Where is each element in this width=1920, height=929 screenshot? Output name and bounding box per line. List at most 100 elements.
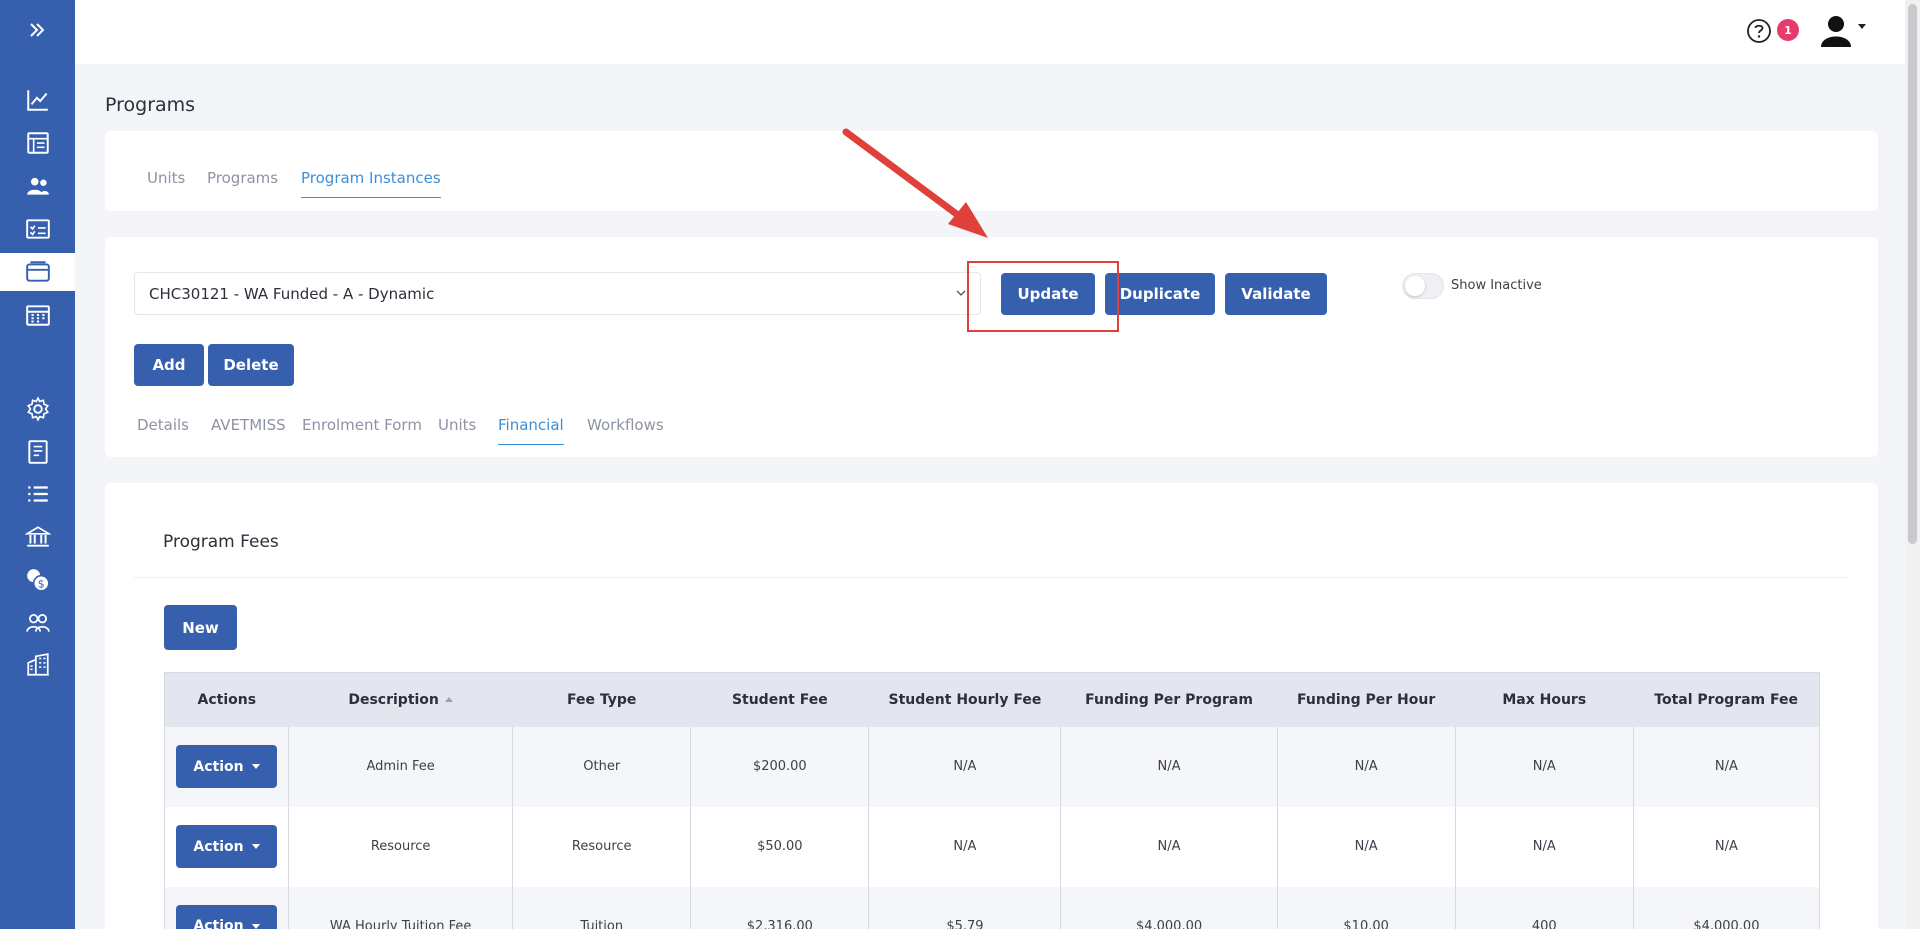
checklist-icon[interactable] — [0, 210, 75, 248]
chart-icon[interactable] — [0, 81, 75, 119]
bank-icon[interactable] — [0, 518, 75, 556]
cell-funding-per-hour: $10.00 — [1276, 886, 1456, 929]
cell-funding-per-program: $4,000.00 — [1060, 886, 1278, 929]
user-menu-caret-icon[interactable] — [1858, 24, 1866, 29]
notification-badge[interactable]: 1 — [1777, 19, 1799, 41]
cell-funding-per-program: N/A — [1060, 806, 1278, 887]
building-icon[interactable] — [0, 646, 75, 684]
cell-description: Resource — [288, 806, 513, 887]
cell-funding-per-hour: N/A — [1276, 806, 1456, 887]
cell-student-hourly-fee: N/A — [868, 726, 1061, 807]
table-row: Action Admin Fee Other $200.00 N/A N/A N… — [164, 726, 1820, 807]
calendar-icon[interactable] — [0, 296, 75, 334]
subtab-enrolment-form[interactable]: Enrolment Form — [302, 416, 422, 434]
caret-down-icon — [251, 923, 260, 929]
sort-asc-icon[interactable] — [444, 697, 453, 703]
col-max-hours: Max Hours — [1455, 672, 1634, 727]
col-student-fee: Student Fee — [690, 672, 869, 727]
program-fees-title: Program Fees — [163, 532, 279, 552]
table-header-row: Actions Description Fee Type Student Fee… — [164, 672, 1820, 727]
toggle-knob — [1405, 276, 1425, 296]
annotation-arrow — [842, 128, 988, 238]
list-icon[interactable] — [0, 124, 75, 162]
help-icon[interactable] — [1746, 18, 1772, 44]
cell-description: Admin Fee — [288, 726, 513, 807]
cell-total-program-fee: N/A — [1632, 726, 1820, 807]
col-actions: Actions — [164, 672, 289, 727]
cell-student-fee: $200.00 — [690, 726, 869, 807]
action-label: Action — [193, 758, 244, 775]
cell-max-hours: N/A — [1454, 726, 1634, 807]
fees-divider — [134, 577, 1849, 578]
cell-max-hours: 400 — [1454, 886, 1634, 929]
delete-button[interactable]: Delete — [208, 344, 294, 386]
row-action-button[interactable]: Action — [176, 825, 278, 868]
chevron-down-icon — [956, 290, 966, 296]
expand-sidebar-icon[interactable] — [22, 15, 52, 45]
cell-student-hourly-fee: $5.79 — [868, 886, 1061, 929]
svg-text:$: $ — [37, 578, 44, 591]
actions-cell: Action — [164, 886, 289, 929]
program-instance-select[interactable]: CHC30121 - WA Funded - A - Dynamic — [134, 272, 981, 315]
col-funding-per-program: Funding Per Program — [1060, 672, 1278, 727]
caret-down-icon — [251, 844, 260, 849]
validate-button[interactable]: Validate — [1225, 273, 1327, 315]
new-fee-button[interactable]: New — [164, 605, 237, 650]
actions-cell: Action — [164, 806, 289, 887]
gear-icon[interactable] — [0, 390, 75, 428]
col-student-hourly-fee: Student Hourly Fee — [868, 672, 1061, 727]
cell-description: WA Hourly Tuition Fee — [288, 886, 513, 929]
cell-fee-type: Resource — [512, 806, 691, 887]
show-inactive-label: Show Inactive — [1451, 278, 1542, 293]
col-description-label: Description — [348, 691, 439, 708]
tab-units[interactable]: Units — [147, 169, 185, 187]
cell-fee-type: Tuition — [512, 886, 691, 929]
subtab-avetmiss[interactable]: AVETMISS — [211, 416, 286, 434]
action-label: Action — [193, 918, 244, 929]
cell-total-program-fee: $4,000.00 — [1632, 886, 1820, 929]
page-title: Programs — [105, 94, 196, 116]
col-fee-type: Fee Type — [512, 672, 691, 727]
actions-cell: Action — [164, 726, 289, 807]
row-action-button[interactable]: Action — [176, 904, 278, 929]
show-inactive-toggle[interactable] — [1402, 273, 1444, 299]
cell-funding-per-hour: N/A — [1276, 726, 1456, 807]
scrollbar-thumb[interactable] — [1908, 4, 1917, 544]
users-icon[interactable] — [0, 167, 75, 205]
subtab-details[interactable]: Details — [137, 416, 189, 434]
program-instance-select-value: CHC30121 - WA Funded - A - Dynamic — [149, 285, 435, 303]
row-action-button[interactable]: Action — [176, 745, 278, 788]
update-highlight-box — [967, 261, 1119, 332]
cell-student-fee: $2,316.00 — [690, 886, 869, 929]
tab-program-instances[interactable]: Program Instances — [301, 169, 441, 198]
bullet-list-icon[interactable] — [0, 475, 75, 513]
cell-total-program-fee: N/A — [1632, 806, 1820, 887]
duplicate-button[interactable]: Duplicate — [1105, 273, 1215, 315]
document-icon[interactable] — [0, 433, 75, 471]
cell-funding-per-program: N/A — [1060, 726, 1278, 807]
col-funding-per-hour: Funding Per Hour — [1277, 672, 1456, 727]
cell-student-fee: $50.00 — [690, 806, 869, 887]
add-button[interactable]: Add — [134, 344, 204, 386]
group-icon[interactable] — [0, 604, 75, 642]
col-description[interactable]: Description — [288, 672, 513, 727]
subtab-workflows[interactable]: Workflows — [587, 416, 664, 434]
col-total-program-fee: Total Program Fee — [1633, 672, 1820, 727]
card-icon[interactable] — [0, 253, 75, 291]
user-avatar-icon[interactable] — [1818, 13, 1854, 49]
coins-icon[interactable]: $ — [0, 561, 75, 599]
cell-student-hourly-fee: N/A — [868, 806, 1061, 887]
tab-programs[interactable]: Programs — [207, 169, 278, 187]
caret-down-icon — [251, 764, 260, 769]
subtab-units[interactable]: Units — [438, 416, 476, 434]
program-fees-table: Actions Description Fee Type Student Fee… — [164, 672, 1820, 929]
table-row: Action Resource Resource $50.00 N/A N/A … — [164, 806, 1820, 887]
action-label: Action — [193, 838, 244, 855]
table-row: Action WA Hourly Tuition Fee Tuition $2,… — [164, 886, 1820, 929]
sidebar: $ — [0, 0, 75, 929]
subtab-financial[interactable]: Financial — [498, 416, 564, 445]
cell-max-hours: N/A — [1454, 806, 1634, 887]
top-bar — [75, 0, 1905, 64]
page-scrollbar[interactable] — [1905, 0, 1920, 929]
cell-fee-type: Other — [512, 726, 691, 807]
